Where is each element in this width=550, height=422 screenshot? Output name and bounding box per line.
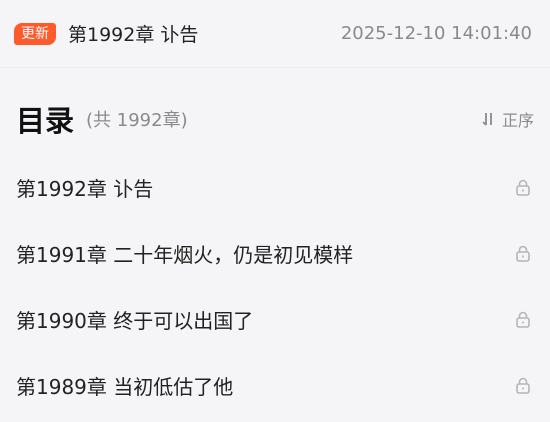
lock-icon [514, 244, 532, 262]
chapter-title: 第1990章 终于可以出国了 [16, 308, 254, 333]
chapter-item[interactable]: 第1991章 二十年烟火，仍是初见模样 [0, 220, 550, 286]
toc-title: 目录 [16, 104, 75, 138]
lock-icon [514, 310, 532, 328]
lock-icon [514, 376, 532, 394]
sort-label: 正序 [501, 111, 534, 130]
chapter-title: 第1991章 二十年烟火，仍是初见模样 [16, 242, 354, 267]
sort-icon [482, 113, 492, 126]
chapter-item[interactable]: 第1990章 终于可以出国了 [0, 286, 550, 352]
latest-update-bar[interactable]: 更新 第1992章 讣告 2025-12-10 14:01:40 [0, 0, 550, 68]
update-badge: 更新 [14, 22, 56, 45]
update-timestamp: 2025-12-10 14:01:40 [340, 23, 532, 44]
chapter-item[interactable]: 第1992章 讣告 [0, 154, 550, 220]
lock-icon [514, 178, 532, 196]
sort-order-button[interactable]: 正序 [482, 107, 534, 131]
chapter-item[interactable]: 第1989章 当初低估了他 [0, 352, 550, 418]
chapter-count: (共 1992章) [86, 110, 188, 131]
latest-chapter-title[interactable]: 第1992章 讣告 [68, 20, 198, 47]
chapter-list: 第1992章 讣告 第1991章 二十年烟火，仍是初见模样 第1990章 终于可… [0, 154, 550, 418]
chapter-title: 第1992章 讣告 [16, 176, 154, 201]
toc-header: 目录 (共 1992章) 正序 [0, 92, 550, 146]
chapter-title: 第1989章 当初低估了他 [16, 374, 234, 399]
